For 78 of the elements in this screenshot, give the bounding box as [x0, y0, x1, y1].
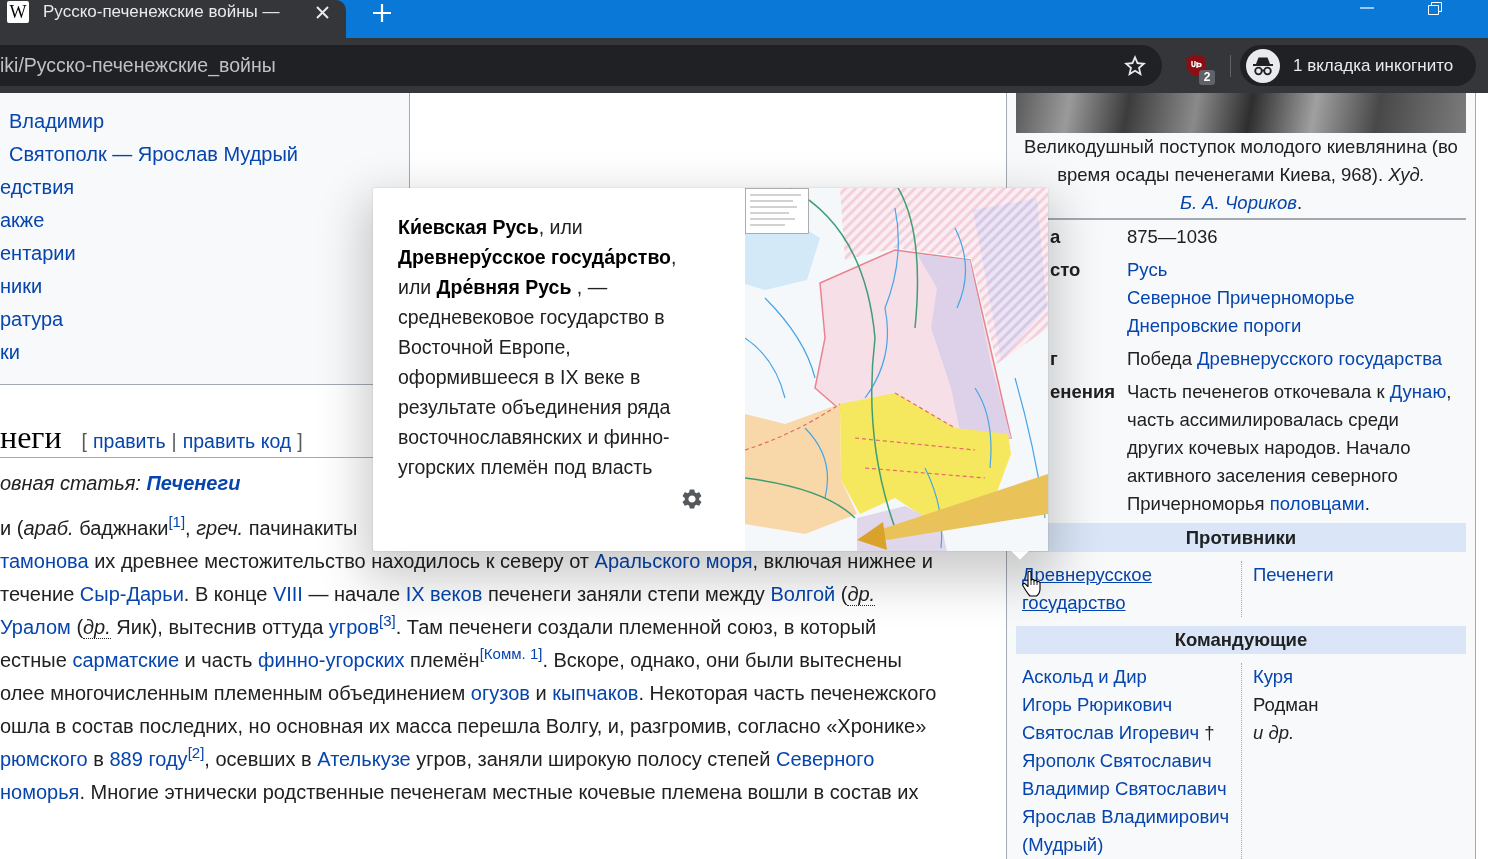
toc-link[interactable]: Святополк — Ярослав Мудрый — [9, 143, 298, 165]
text-link[interactable]: Северное Причерноморье — [1127, 286, 1355, 308]
text-link[interactable]: Святослав Игоревич — [1022, 718, 1200, 747]
infobox-value: Победа Древнерусского государства — [1127, 347, 1443, 369]
text-link[interactable]: Игорь Рюрикович — [1022, 690, 1173, 719]
text-link[interactable]: номорья — [0, 781, 80, 803]
text-link[interactable]: Волгой — [770, 583, 836, 605]
text-link[interactable]: Аральского моря — [594, 550, 753, 572]
plus-icon[interactable] — [373, 4, 391, 22]
text-link[interactable]: Дунаю — [1389, 380, 1447, 402]
text-link[interactable]: Уралом — [0, 616, 71, 638]
death-mark: † — [1204, 721, 1215, 743]
site-favicon: W — [7, 1, 29, 23]
infobox-value: Часть печенегов откочевала к Дунаю, часть ассимилировалась среди других кочевых народов. Начало активного заселения северного Причерноморья половцами. — [1127, 380, 1452, 514]
section-heading: неги — [0, 418, 62, 457]
infobox-label: г — [1050, 347, 1058, 369]
text-link[interactable]: Древнерусского государства — [1197, 347, 1443, 369]
text-link[interactable]: 889 году — [109, 748, 188, 770]
text-link[interactable]: Печенеги — [146, 472, 241, 494]
toc-link[interactable]: ратура — [0, 308, 64, 330]
popup-pointer — [1011, 551, 1029, 560]
text-link[interactable]: Ателькузе — [317, 748, 411, 770]
text-link[interactable]: угров — [328, 616, 380, 638]
browser-tab[interactable]: W Русско-печенежские войны — — [0, 0, 346, 38]
reference-link[interactable]: [3] — [379, 612, 396, 630]
text-link[interactable]: Аскольд и Дир — [1022, 662, 1147, 691]
shield-icon[interactable] — [1186, 53, 1206, 77]
reference-link[interactable]: [Комм. 1] — [479, 645, 543, 663]
toc-link[interactable]: ники — [0, 275, 43, 297]
edit-bracket: ] — [297, 430, 303, 453]
text-link[interactable]: тамонова — [0, 550, 89, 572]
infobox-label: сто — [1050, 258, 1081, 280]
toc-link[interactable]: ки — [0, 341, 20, 363]
infobox-value: 875—1036 — [1127, 225, 1218, 247]
reference-link[interactable]: [2] — [187, 744, 205, 762]
toc-link[interactable]: Владимир — [9, 110, 105, 132]
settings-icon[interactable] — [682, 489, 702, 509]
text-link[interactable]: VIII — [272, 583, 303, 605]
text-link[interactable]: Днепровские пороги — [1127, 314, 1302, 336]
edit-separator: | — [171, 430, 177, 453]
reference-link[interactable]: [1] — [168, 513, 186, 531]
text-link[interactable]: финно-угорских — [258, 649, 405, 671]
text-link[interactable]: Ярополк Святославич — [1022, 746, 1212, 775]
popup-text: Ки́евская Русь, или Древнеру́сское госуда́рство, или Дре́вняя Русь , — средневековое государство в Восточной Европе, оформившееся в IX веке в результате объединения ряда восточнославянских и финно-угорских племён под власть — [398, 215, 678, 480]
toc-link[interactable]: ентарии — [0, 242, 76, 264]
extension-badge: 2 — [1199, 69, 1215, 85]
infobox-label: а — [1050, 225, 1061, 247]
image-caption: Великодушный поступок молодого киевлянина (во время осады печенегами Киева, 968). Худ. Б. А. Чориков. — [1024, 136, 1458, 213]
text-link[interactable]: Куря — [1253, 662, 1293, 691]
edit-bracket: [ — [81, 430, 87, 453]
text-link[interactable]: огузов — [470, 682, 530, 704]
commander-name: Родман — [1253, 693, 1319, 715]
text-link[interactable]: сарматские — [72, 649, 180, 671]
text-link[interactable]: Сыр-Дарьи — [79, 583, 184, 605]
text-link[interactable]: IX веков — [405, 583, 483, 605]
text-link[interactable]: Ярослав Владимирович (Мудрый) — [1022, 802, 1241, 859]
toc-link[interactable]: акже — [0, 209, 45, 231]
infobox-note: и др. — [1253, 721, 1295, 743]
text-link[interactable]: рюмского — [0, 748, 88, 770]
text-link[interactable]: Б. А. Чориков — [1179, 192, 1297, 213]
toc-link[interactable]: едствия — [0, 176, 75, 198]
incognito-button[interactable]: 1 вкладка инкогнито — [1240, 45, 1476, 86]
address-bar[interactable]: iki/Русско-печенежские_войны — [0, 45, 1162, 86]
text-link[interactable]: Северного — [775, 748, 875, 770]
incognito-icon — [1246, 48, 1280, 83]
text-link[interactable]: Русь — [1127, 258, 1168, 280]
text-link[interactable]: Древнерусское государство — [1022, 560, 1241, 617]
text-link[interactable]: Печенеги — [1253, 560, 1334, 589]
edit-link[interactable]: править — [93, 430, 166, 453]
restore-icon[interactable] — [1428, 2, 1442, 15]
section-header: Командующие — [1016, 625, 1466, 654]
text-link[interactable]: Владимир Святославич — [1022, 774, 1227, 803]
close-icon[interactable] — [316, 5, 329, 19]
edit-link[interactable]: править код — [182, 430, 292, 453]
text-link[interactable]: кыпчаков — [552, 682, 639, 704]
star-icon[interactable] — [1124, 55, 1146, 76]
infobox-label: енения — [1050, 380, 1116, 402]
text-link[interactable]: половцами — [1269, 492, 1365, 514]
